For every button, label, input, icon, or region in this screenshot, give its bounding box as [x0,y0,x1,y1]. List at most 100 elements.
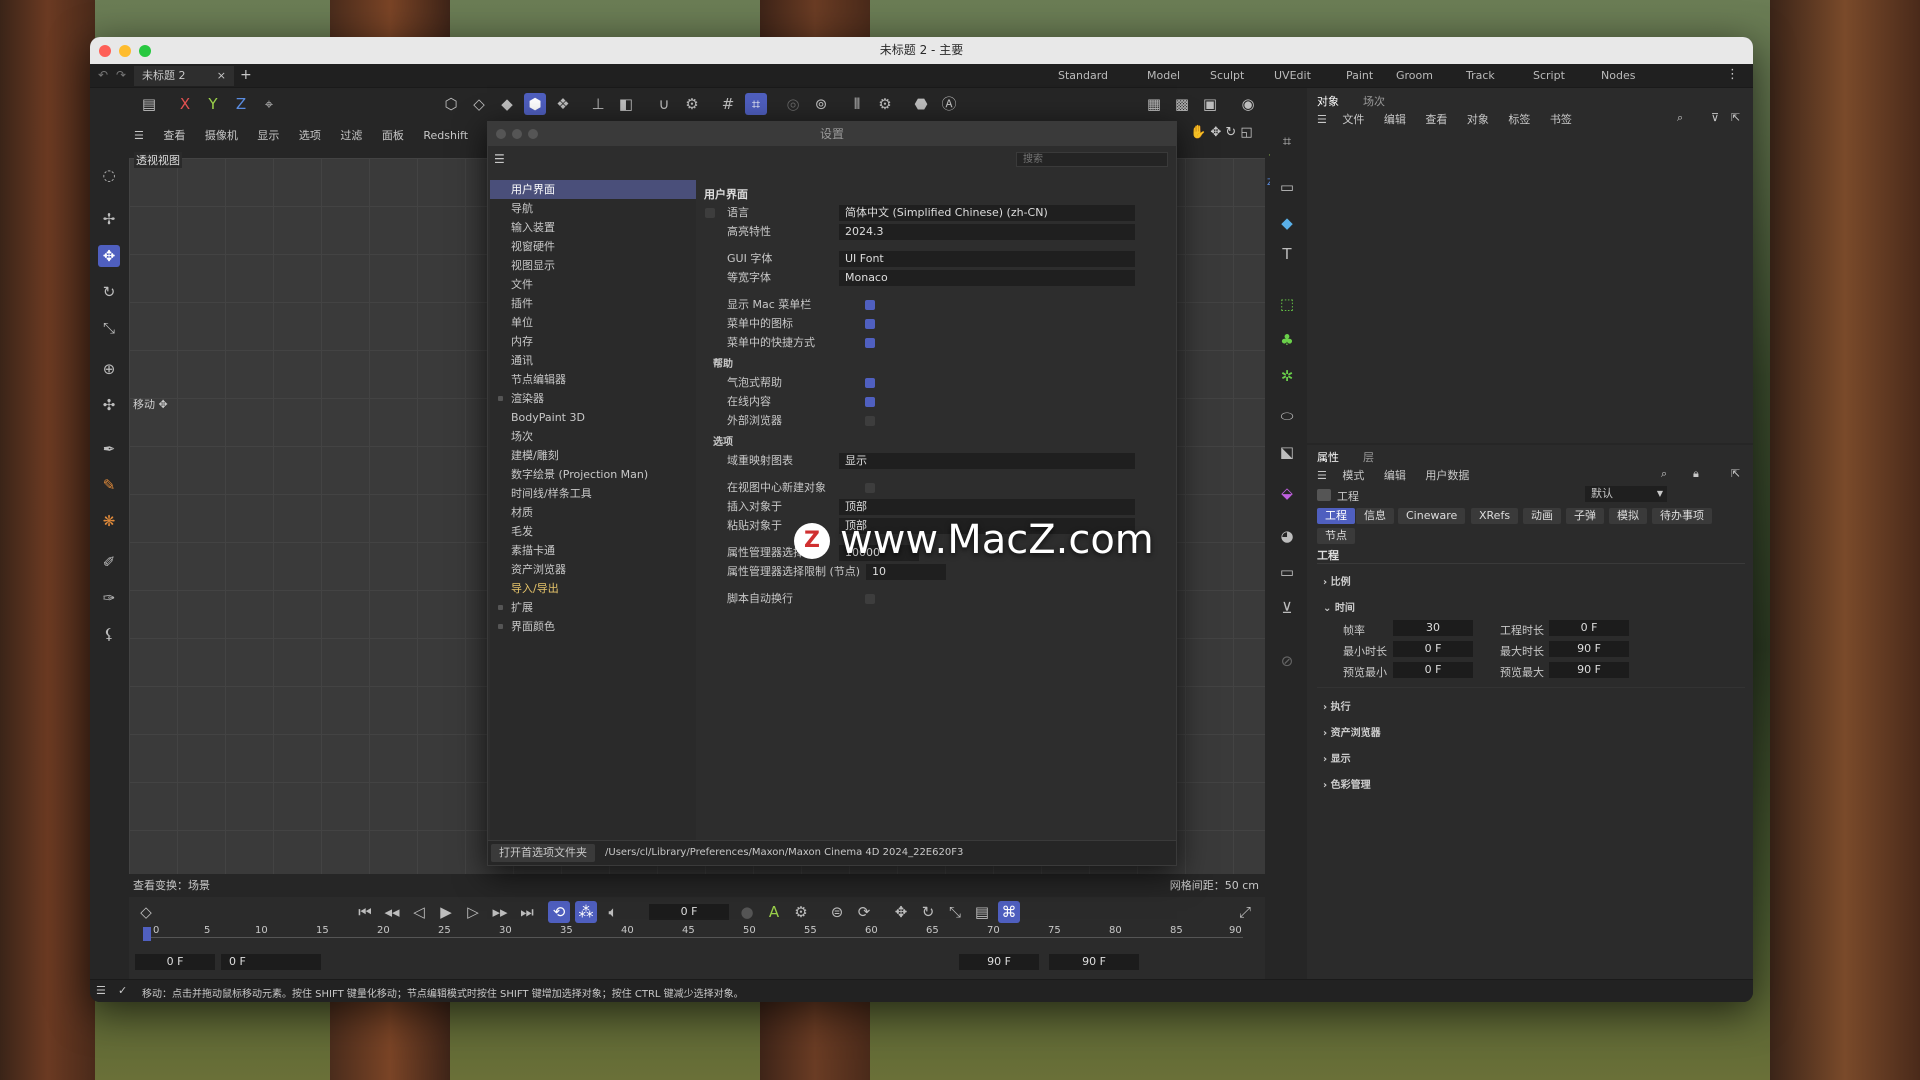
keyframe-icon[interactable]: ◇ [135,901,157,923]
close-tab-icon[interactable]: × [217,66,226,86]
points-mode-icon[interactable]: ⬡ [440,93,462,115]
open-prefs-folder-button[interactable]: 打开首选项文件夹 [491,844,595,862]
layout-sculpt[interactable]: Sculpt [1210,69,1244,82]
objects-menu-object[interactable]: 对象 [1467,113,1489,126]
nav-units[interactable]: 单位 [490,313,696,332]
snap-settings-icon[interactable]: ⚙ [681,93,703,115]
highlight-select[interactable]: 2024.3 [839,224,1135,240]
status-menu-icon[interactable]: ☰ [96,984,106,997]
record-icon[interactable]: ● [736,901,758,923]
light-icon[interactable]: ⊻ [1276,597,1298,619]
viewport-menu-view[interactable]: 查看 [163,129,185,142]
objects-menu-view[interactable]: 查看 [1425,113,1447,126]
prop-tab-project[interactable]: 工程 [1317,508,1355,524]
attr-search-icon[interactable]: ⌕ [1661,467,1667,481]
render-queue-icon[interactable]: ▣ [1199,93,1221,115]
preview-min-field[interactable]: 0 F [1393,662,1473,678]
deformer-icon[interactable]: ⬭ [1276,405,1298,427]
render-region-icon[interactable]: ▦ [1143,93,1165,115]
section-scale[interactable]: › 比例 [1323,573,1351,588]
current-frame-field[interactable]: 0 F [649,904,729,920]
nav-asset-browser[interactable]: 资产浏览器 [490,560,696,579]
axis-mode-icon[interactable]: ⊥ [587,93,609,115]
cloner-icon[interactable]: ♣ [1276,329,1298,351]
prop-tab-info[interactable]: 信息 [1356,508,1394,524]
auto-key-icon[interactable]: A [763,901,785,923]
undo-icon[interactable]: ↶ [98,68,108,82]
prev-key-icon[interactable]: ◂◂ [381,901,403,923]
coordinate-system-icon[interactable]: ⌖ [258,93,280,115]
dialog-zoom-button[interactable] [528,129,538,139]
nav-node-editor[interactable]: 节点编辑器 [490,370,696,389]
null-object-icon[interactable]: ⌗ [1276,130,1298,152]
nav-input-devices[interactable]: 输入装置 [490,218,696,237]
tab-attributes[interactable]: 属性 [1317,449,1339,465]
zoom-window-button[interactable] [139,45,151,57]
section-display[interactable]: › 显示 [1323,750,1351,765]
new-window-icon[interactable]: ⇱ [1731,111,1740,124]
nav-sketch-toon[interactable]: 素描卡通 [490,541,696,560]
layout-groom[interactable]: Groom [1396,69,1433,82]
add-tab-button[interactable]: + [240,67,252,83]
nav-import-export[interactable]: 导入/导出 [490,579,696,598]
viewport-menu-redshift[interactable]: Redshift [423,129,468,142]
y-axis-lock-icon[interactable]: Y [202,93,224,115]
layout-script[interactable]: Script [1533,69,1565,82]
go-to-start-icon[interactable]: ⏮ [354,901,376,923]
document-tab[interactable]: 未标题 2 × [134,66,234,86]
preset-select[interactable]: 默认 ▼ [1585,486,1667,502]
minimize-window-button[interactable] [119,45,131,57]
attributes-menu-mode[interactable]: 模式 [1342,469,1364,482]
effector-icon[interactable]: ✲ [1276,365,1298,387]
prop-tab-todo[interactable]: 待办事项 [1652,508,1712,524]
camera-icon[interactable]: ▭ [1276,561,1298,583]
preview-end-field[interactable]: 90 F [959,954,1039,970]
max-length-field[interactable]: 90 F [1549,641,1629,657]
section-time[interactable]: ⌄ 时间 [1323,599,1355,614]
tab-takes[interactable]: 场次 [1363,93,1385,109]
min-time-field[interactable]: 0 F [135,954,215,970]
search-icon[interactable]: ⌕ [1677,111,1683,125]
viewport-menu-filter[interactable]: 过滤 [340,129,362,142]
nav-viewport-hardware[interactable]: 视窗硬件 [490,237,696,256]
environment-icon[interactable]: ◕ [1276,525,1298,547]
nav-renderer[interactable]: 渲染器 [490,389,696,408]
model-mode-icon[interactable]: ⬢ [524,93,546,115]
layout-track[interactable]: Track [1466,69,1495,82]
key-pla-icon[interactable]: ⌘ [998,901,1020,923]
play-icon[interactable]: ▶ [435,901,457,923]
layout-nodes[interactable]: Nodes [1601,69,1635,82]
playback-rate-icon[interactable]: ⁂ [575,901,597,923]
rotate-tool-icon[interactable]: ↻ [98,281,120,303]
cube-icon[interactable]: ◆ [1276,212,1298,234]
next-key-icon[interactable]: ▸▸ [489,901,511,923]
viewport-menu-camera[interactable]: 摄像机 [205,129,238,142]
soft-selection-icon[interactable]: ◎ [782,93,804,115]
loop-icon[interactable]: ⟲ [548,901,570,923]
symmetry-settings-icon[interactable]: ⊚ [810,93,832,115]
nav-projection-man[interactable]: 数字绘景 (Projection Man) [490,465,696,484]
render-settings-icon[interactable]: ◉ [1237,93,1259,115]
nav-navigation[interactable]: 导航 [490,199,696,218]
live-selection-icon[interactable]: ◌ [98,164,120,186]
lock-icon[interactable]: 🔒︎ [1693,467,1699,481]
redshift-icon[interactable]: ⬣ [910,93,932,115]
filter-icon[interactable]: ⊽ [1711,111,1719,124]
preview-max-field[interactable]: 90 F [1549,662,1629,678]
nav-material[interactable]: 材质 [490,503,696,522]
key-rotate-icon[interactable]: ↻ [917,901,939,923]
objects-menu-bookmark[interactable]: 书签 [1550,113,1572,126]
spline-ops-icon[interactable]: ❋ [98,510,120,532]
online-content-checkbox[interactable] [865,397,875,407]
transform-tool-icon[interactable]: ⊕ [98,358,120,380]
attr-new-window-icon[interactable]: ⇱ [1731,467,1740,480]
prev-frame-icon[interactable]: ◁ [408,901,430,923]
gui-font-select[interactable]: UI Font [839,251,1135,267]
edges-mode-icon[interactable]: ◇ [468,93,490,115]
nav-extensions[interactable]: 扩展 [490,598,696,617]
fps-field[interactable]: 30 [1393,620,1473,636]
nav-bodypaint[interactable]: BodyPaint 3D [490,408,696,427]
volume-icon[interactable]: ⬙ [1276,482,1298,504]
nav-takes[interactable]: 场次 [490,427,696,446]
spline-rect-icon[interactable]: ▭ [1276,176,1298,198]
